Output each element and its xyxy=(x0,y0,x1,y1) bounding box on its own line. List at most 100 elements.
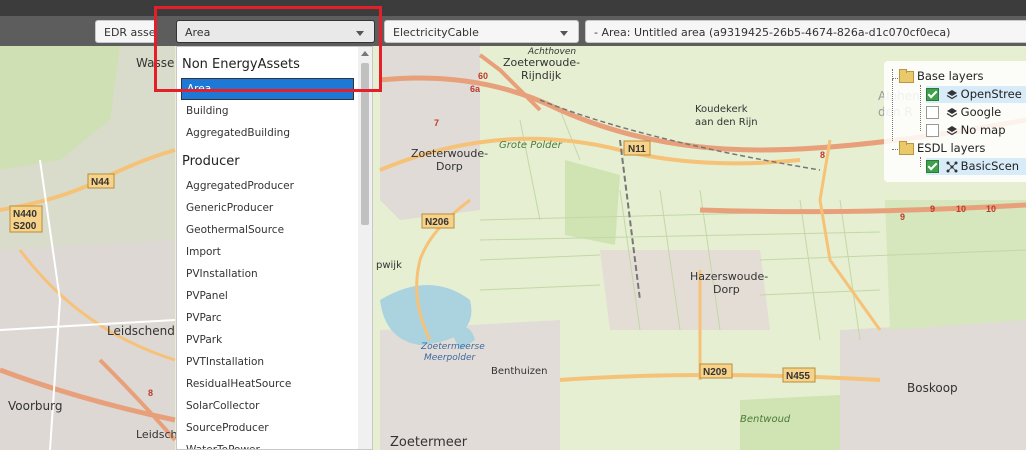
edr-asset-button[interactable]: EDR asset xyxy=(95,20,157,43)
layer-google[interactable]: Google xyxy=(926,104,1001,121)
svg-text:N455: N455 xyxy=(786,371,810,382)
svg-text:N206: N206 xyxy=(425,217,449,228)
asset-type-dropdown[interactable]: Non EnergyAssets Area Building Aggregate… xyxy=(176,46,373,450)
layers-icon xyxy=(946,89,957,99)
svg-text:Zoetermeerse: Zoetermeerse xyxy=(420,342,485,352)
svg-text:pwijk: pwijk xyxy=(376,260,402,271)
layer-no-map-label: No map xyxy=(960,123,1006,137)
svg-text:60: 60 xyxy=(478,71,488,81)
layer-no-map[interactable]: No map xyxy=(926,122,1006,139)
base-layers-group[interactable]: Base layers xyxy=(899,68,984,85)
svg-text:Grote Polder: Grote Polder xyxy=(499,140,563,151)
area-select[interactable]: - Area: Untitled area (a9319425-26b5-467… xyxy=(585,20,1026,43)
checkbox-icon[interactable] xyxy=(926,124,939,137)
asset-type-select[interactable]: Area xyxy=(176,20,375,43)
option-area[interactable]: Area xyxy=(181,78,354,100)
network-icon xyxy=(946,161,958,172)
svg-text:Hazerswoude-: Hazerswoude- xyxy=(690,270,768,283)
layers-icon xyxy=(946,125,957,135)
svg-text:N44: N44 xyxy=(91,177,110,188)
option-building[interactable]: Building xyxy=(177,100,358,122)
layer-openstreetmap[interactable]: OpenStree xyxy=(926,86,1026,103)
option-aggregated-building[interactable]: AggregatedBuilding xyxy=(177,122,358,144)
dropdown-scrollbar[interactable] xyxy=(358,47,372,449)
svg-text:7: 7 xyxy=(434,118,439,128)
folder-icon xyxy=(899,140,914,155)
svg-text:Bentwoud: Bentwoud xyxy=(740,414,791,425)
layer-basic-scenario[interactable]: BasicScen xyxy=(926,158,1026,175)
asset-type-value: Area xyxy=(185,26,211,39)
dropdown-list: Non EnergyAssets Area Building Aggregate… xyxy=(177,47,358,449)
option-source-producer[interactable]: SourceProducer xyxy=(177,417,358,439)
layer-basic-scenario-label: BasicScen xyxy=(960,159,1020,173)
folder-icon xyxy=(899,68,914,83)
svg-text:Zoetermeer: Zoetermeer xyxy=(390,435,468,450)
esdl-layers-label: ESDL layers xyxy=(917,141,986,155)
svg-text:Wasse: Wasse xyxy=(136,56,174,70)
svg-text:Leidsch: Leidsch xyxy=(136,428,178,441)
checkbox-icon[interactable] xyxy=(926,106,939,119)
svg-text:10: 10 xyxy=(986,204,996,214)
area-value: - Area: Untitled area (a9319425-26b5-467… xyxy=(594,26,951,39)
option-residual-heat-source[interactable]: ResidualHeatSource xyxy=(177,373,358,395)
toolbar-top-strip xyxy=(0,0,1026,16)
svg-text:N440: N440 xyxy=(13,209,37,220)
chevron-down-icon xyxy=(356,31,364,36)
map-tiles: N11 N44 N440 S200 N206 N209 N455 60 6a 7… xyxy=(0,0,1026,450)
svg-text:9: 9 xyxy=(930,204,935,214)
svg-text:9: 9 xyxy=(900,212,905,222)
option-generic-producer[interactable]: GenericProducer xyxy=(177,197,358,219)
tree-connector xyxy=(892,149,898,150)
group-non-energy-assets: Non EnergyAssets xyxy=(182,57,300,72)
tree-connector xyxy=(920,85,921,131)
svg-text:aan den Rijn: aan den Rijn xyxy=(695,117,758,128)
map-canvas[interactable]: N11 N44 N440 S200 N206 N209 N455 60 6a 7… xyxy=(0,0,1026,450)
chevron-down-icon xyxy=(560,31,568,36)
svg-text:8: 8 xyxy=(820,150,825,160)
svg-text:Voorburg: Voorburg xyxy=(8,399,62,413)
svg-text:Zoeterwoude-: Zoeterwoude- xyxy=(411,147,488,160)
option-pv-panel[interactable]: PVPanel xyxy=(177,285,358,307)
option-aggregated-producer[interactable]: AggregatedProducer xyxy=(177,175,358,197)
tree-connector xyxy=(892,79,893,141)
svg-text:Koudekerk: Koudekerk xyxy=(695,104,748,115)
svg-text:Rijndijk: Rijndijk xyxy=(521,69,562,82)
cable-type-select[interactable]: ElectricityCable xyxy=(384,20,579,43)
option-geothermal-source[interactable]: GeothermalSource xyxy=(177,219,358,241)
layer-openstreetmap-label: OpenStree xyxy=(960,87,1022,101)
option-import[interactable]: Import xyxy=(177,241,358,263)
scroll-up-arrow-icon[interactable] xyxy=(361,51,369,56)
option-pv-park[interactable]: PVPark xyxy=(177,329,358,351)
base-layers-label: Base layers xyxy=(917,69,984,83)
option-pvt-installation[interactable]: PVTInstallation xyxy=(177,351,358,373)
svg-text:Dorp: Dorp xyxy=(713,283,740,296)
svg-text:Leidschend: Leidschend xyxy=(107,324,175,338)
layers-icon xyxy=(946,107,957,117)
svg-text:N11: N11 xyxy=(628,144,646,155)
option-solar-collector[interactable]: SolarCollector xyxy=(177,395,358,417)
svg-text:8: 8 xyxy=(148,388,153,398)
option-pv-installation[interactable]: PVInstallation xyxy=(177,263,358,285)
tree-connector xyxy=(920,157,921,167)
layer-control-panel: Base layers OpenStree Google No map ESDL… xyxy=(884,61,1026,182)
svg-text:Dorp: Dorp xyxy=(436,160,463,173)
checkbox-checked-icon[interactable] xyxy=(926,88,939,101)
svg-text:Meerpolder: Meerpolder xyxy=(424,353,477,363)
checkbox-checked-icon[interactable] xyxy=(926,160,939,173)
scrollbar-thumb[interactable] xyxy=(361,63,369,225)
svg-text:S200: S200 xyxy=(13,221,37,232)
layer-google-label: Google xyxy=(960,105,1002,119)
option-water-to-power[interactable]: WaterToPower xyxy=(177,439,358,449)
cable-type-value: ElectricityCable xyxy=(393,26,479,39)
svg-text:Benthuizen: Benthuizen xyxy=(491,366,547,377)
edr-asset-label: EDR asset xyxy=(104,26,157,39)
svg-text:Achthoven: Achthoven xyxy=(527,47,576,57)
svg-text:N209: N209 xyxy=(703,367,727,378)
svg-text:Boskoop: Boskoop xyxy=(907,381,958,395)
group-producer: Producer xyxy=(182,154,240,169)
svg-text:Zoeterwoude-: Zoeterwoude- xyxy=(503,56,580,69)
svg-text:6a: 6a xyxy=(470,84,481,94)
option-pv-parc[interactable]: PVParc xyxy=(177,307,358,329)
esdl-layers-group[interactable]: ESDL layers xyxy=(899,140,985,157)
svg-text:10: 10 xyxy=(956,204,966,214)
